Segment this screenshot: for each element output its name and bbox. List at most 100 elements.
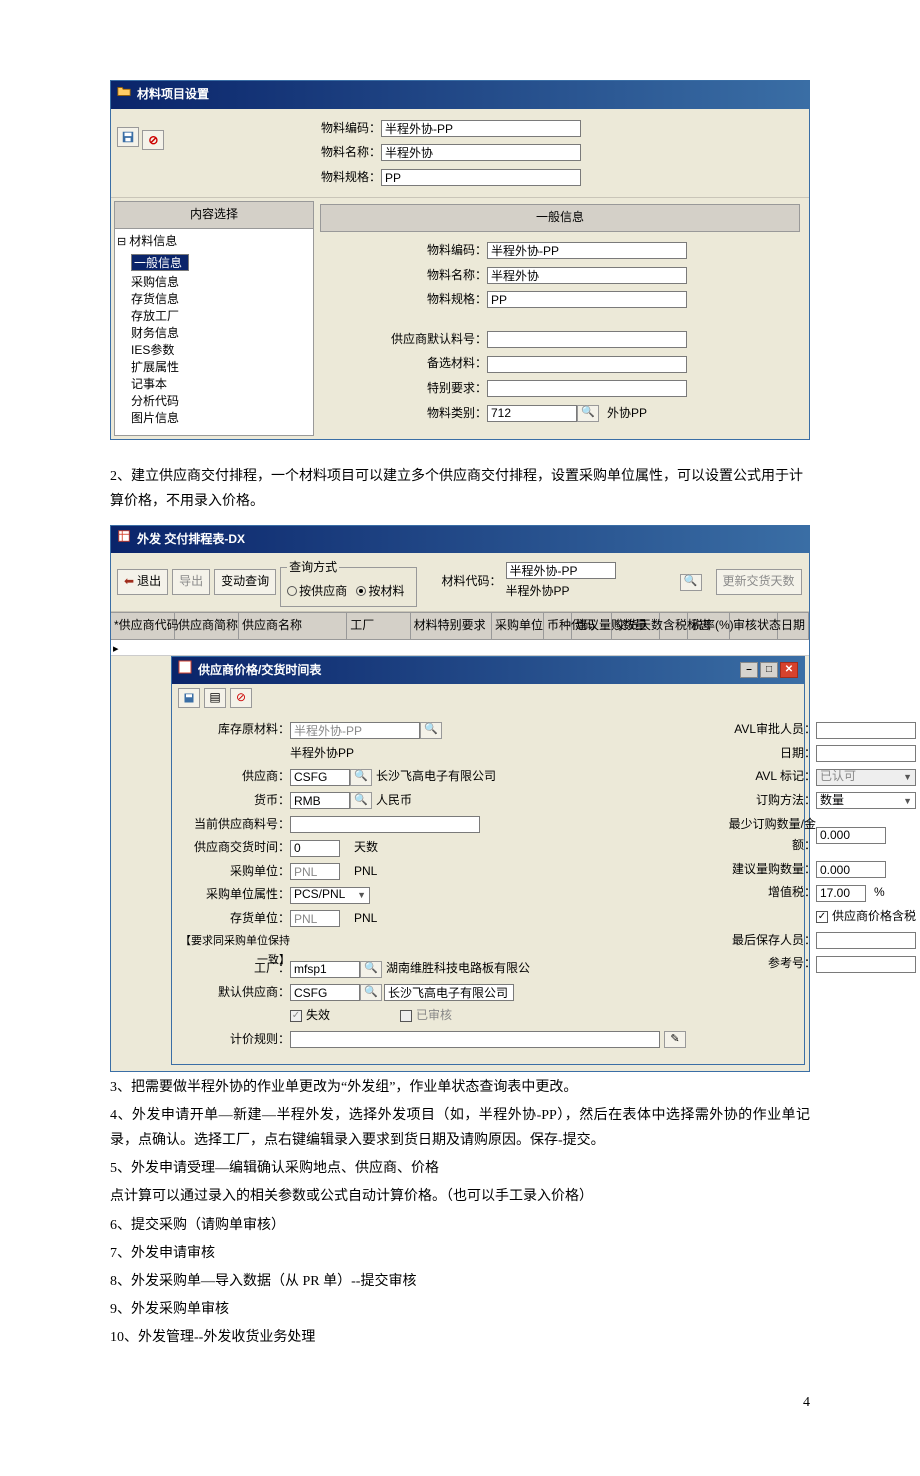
minimize-button[interactable]: – [740,662,758,678]
tree-item-pic[interactable]: 图片信息 [117,410,311,427]
date-input[interactable] [816,745,916,762]
col-tax-rate[interactable]: 税率(%) [688,613,730,639]
content-tree[interactable]: 内容选择 ⊟ 材料信息 一般信息 采购信息 存货信息 存放工厂 财务信息 IES… [114,201,314,436]
tree-item-ext[interactable]: 扩展属性 [117,359,311,376]
vat-label: 增值税： [716,882,816,904]
suggest-qty-input[interactable] [816,861,886,878]
col-currency[interactable]: 币种代码 [544,613,572,639]
find-defsup-icon[interactable]: 🔍 [360,984,382,1001]
find-supplier-icon[interactable]: 🔍 [350,769,372,786]
avl-auditor-input[interactable] [816,722,916,739]
cancel-button[interactable]: ⊘ [230,688,252,708]
stock-input [290,722,420,739]
win1-title: 材料项目设置 [137,84,209,106]
grid-row[interactable] [111,640,809,656]
puattr-select[interactable]: PCS/PNL▼ [290,887,370,904]
f-supdef-input[interactable] [487,331,687,348]
tree-item-finance[interactable]: 财务信息 [117,325,311,342]
win2-titlebar[interactable]: 外发 交付排程表-DX [111,526,809,554]
f-code-label: 物料编码： [317,240,487,262]
col-supplier-short[interactable]: 供应商简称 [175,613,239,639]
change-query-button[interactable]: 变动查询 [214,569,276,595]
maximize-button[interactable]: □ [760,662,778,678]
f-spec-input[interactable] [487,291,687,308]
tree-item-purchase[interactable]: 采购信息 [117,274,311,291]
pricerule-input[interactable] [290,1031,660,1048]
find-stock-icon[interactable]: 🔍 [420,722,442,739]
pu-input [290,863,340,880]
invalid-checkbox: ✓ [290,1010,302,1022]
approved-label: 已审核 [416,1005,452,1027]
col-leadtime[interactable]: 交货天数 [612,613,660,639]
tax-included-checkbox[interactable]: ✓ [816,911,828,923]
f-spec-req-input[interactable] [487,380,687,397]
defsup-text-input[interactable] [384,984,514,1001]
save-button[interactable] [178,688,200,708]
f-alt-label: 备选材料： [317,353,487,375]
win3-toolbar: ▤ ⊘ [172,684,804,712]
copy-button[interactable]: ▤ [204,688,226,708]
method-select[interactable]: 数量▼ [816,792,916,809]
col-factory[interactable]: 工厂 [347,613,410,639]
tree-item-general[interactable]: 一般信息 [131,254,189,271]
col-date[interactable]: 日期 [778,613,809,639]
moq-input[interactable] [816,827,886,844]
tree-item-analysis[interactable]: 分析代码 [117,393,311,410]
right-caption: 一般信息 [320,204,800,232]
exit-icon: ⬅ [124,571,134,593]
lead-unit: 天数 [354,837,378,859]
col-special-req[interactable]: 材料特别要求 [411,613,492,639]
close-button[interactable]: ✕ [780,662,798,678]
defsup-input[interactable] [290,984,360,1001]
hdr-code-input[interactable] [381,120,581,137]
col-supplier-name[interactable]: 供应商名称 [239,613,347,639]
supplier-input[interactable] [290,769,350,786]
hdr-spec-input[interactable] [381,169,581,186]
pricerule-edit-icon[interactable]: ✎ [664,1031,686,1048]
radio-by-supplier[interactable]: 按供应商 [287,581,347,603]
tree-item-ies[interactable]: IES参数 [117,342,311,359]
exit-button[interactable]: ⬅退出 [117,569,168,595]
factory-input[interactable] [290,961,360,978]
lastsave-input[interactable] [816,932,916,949]
col-suggest-qty[interactable]: 建议量购数量 [572,613,612,639]
f-cat-input[interactable] [487,405,577,422]
hdr-spec-label: 物料规格： [211,167,381,189]
tree-item-notes[interactable]: 记事本 [117,376,311,393]
f-alt-input[interactable] [487,356,687,373]
col-audit-status[interactable]: 审核状态 [730,613,778,639]
cursupno-input[interactable] [290,816,480,833]
find-factory-icon[interactable]: 🔍 [360,961,382,978]
win1-titlebar[interactable]: 材料项目设置 [111,81,809,109]
folder-icon [117,84,131,106]
search-icon[interactable]: 🔍 [680,574,702,591]
para-4: 4、外发申请开单—新建—半程外发，选择外发项目（如，半程外协-PP），然后在表体… [110,1103,810,1153]
find-currency-icon[interactable]: 🔍 [350,792,372,809]
col-purchase-unit[interactable]: 采购单位 [492,613,544,639]
hdr-name-input[interactable] [381,144,581,161]
lead-input[interactable] [290,840,340,857]
vat-input[interactable] [816,885,866,902]
tree-item-stock[interactable]: 存货信息 [117,291,311,308]
ref-input[interactable] [816,956,916,973]
f-name-input[interactable] [487,267,687,284]
currency-input[interactable] [290,792,350,809]
win3-titlebar[interactable]: 供应商价格/交货时间表 – □ ✕ [172,657,804,685]
moq-label: 最少订购数量/金额： [716,814,816,857]
pu-text: PNL [354,861,377,883]
col-supplier-code[interactable]: *供应商代码 [111,613,175,639]
material-code-input[interactable] [506,562,616,579]
sku-text: PNL [354,908,377,930]
factory-text: 湖南维胜科技电路板有限公 [386,958,530,980]
radio-by-material[interactable]: 按材料 [356,581,404,603]
col-tax-flag[interactable]: 含税标志 [660,613,688,639]
find-category-icon[interactable]: 🔍 [577,405,599,422]
tree-item-factory[interactable]: 存放工厂 [117,308,311,325]
tree-root[interactable]: 材料信息 [129,234,177,248]
cancel-button[interactable]: ⊘ [142,130,164,150]
f-code-input[interactable] [487,242,687,259]
save-button[interactable] [117,127,139,147]
sheet-icon [117,529,131,551]
update-leadtime-button: 更新交货天数 [716,569,802,595]
instructions-list: 3、把需要做半程外协的作业单更改为“外发组”，作业单状态查询表中更改。 4、外发… [110,1075,810,1351]
